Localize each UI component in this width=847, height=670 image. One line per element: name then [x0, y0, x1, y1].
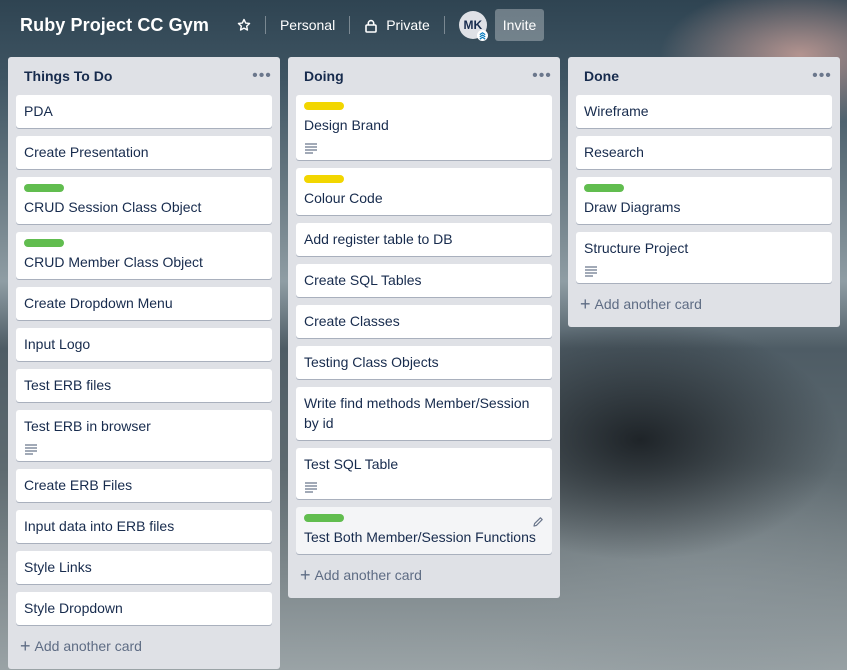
- card-title: Test Both Member/Session Functions: [304, 529, 536, 545]
- header-divider: [264, 16, 266, 34]
- card-title: Draw Diagrams: [584, 199, 681, 215]
- add-card-label: Add another card: [594, 296, 702, 312]
- card-testing-class-objects[interactable]: Testing Class Objects: [296, 346, 552, 379]
- card-title: Input Logo: [24, 336, 91, 352]
- card-title: Create Presentation: [24, 144, 149, 160]
- card-style-links[interactable]: Style Links: [16, 551, 272, 584]
- card-create-presentation[interactable]: Create Presentation: [16, 136, 272, 169]
- card-title: Testing Class Objects: [304, 354, 439, 370]
- card-title: Create SQL Tables: [304, 272, 422, 288]
- card-pda[interactable]: PDA: [16, 95, 272, 128]
- lock-icon: [364, 19, 378, 33]
- card-title: Add register table to DB: [304, 231, 453, 247]
- privacy-label: Private: [386, 17, 430, 33]
- add-card-label: Add another card: [314, 567, 422, 583]
- card-test-erb-files[interactable]: Test ERB files: [16, 369, 272, 402]
- card-title: Test SQL Table: [304, 456, 399, 472]
- card-crud-session-class-object[interactable]: CRUD Session Class Object: [16, 177, 272, 224]
- list-menu-icon[interactable]: •••: [812, 68, 832, 84]
- card-title: Test ERB in browser: [24, 418, 151, 434]
- card-create-sql-tables[interactable]: Create SQL Tables: [296, 264, 552, 297]
- card-title: Design Brand: [304, 117, 389, 133]
- card-title: CRUD Member Class Object: [24, 254, 203, 270]
- card-label-green[interactable]: [24, 184, 64, 192]
- card-create-erb-files[interactable]: Create ERB Files: [16, 469, 272, 502]
- list-doing: Doing ••• Design Brand Colour Code Add regis…: [288, 57, 560, 598]
- card-title: Research: [584, 144, 644, 160]
- card-title: Create ERB Files: [24, 477, 133, 493]
- card-title: Create Dropdown Menu: [24, 295, 173, 311]
- list-title[interactable]: Done: [584, 68, 619, 84]
- privacy-button[interactable]: Private: [364, 17, 430, 33]
- card-structure-project[interactable]: Structure Project: [576, 232, 832, 283]
- card-research[interactable]: Research: [576, 136, 832, 169]
- list-header: Done •••: [568, 57, 840, 95]
- card-input-data-into-erb-files[interactable]: Input data into ERB files: [16, 510, 272, 543]
- card-label-yellow[interactable]: [304, 102, 344, 110]
- card-title: Write find methods Member/Session by id: [304, 395, 530, 431]
- card-create-classes[interactable]: Create Classes: [296, 305, 552, 338]
- card-title: Style Links: [24, 559, 92, 575]
- card-test-erb-in-browser[interactable]: Test ERB in browser: [16, 410, 272, 461]
- card-crud-member-class-object[interactable]: CRUD Member Class Object: [16, 232, 272, 279]
- card-design-brand[interactable]: Design Brand: [296, 95, 552, 160]
- card-list: PDA Create Presentation CRUD Session Class…: [8, 95, 280, 625]
- card-title: Wireframe: [584, 103, 649, 119]
- list-things-to-do: Things To Do ••• PDA Create Presentation CRU…: [8, 57, 280, 669]
- card-title: Structure Project: [584, 240, 689, 256]
- card-test-sql-table[interactable]: Test SQL Table: [296, 448, 552, 499]
- add-card-button[interactable]: + Add another card: [8, 633, 280, 669]
- invite-button[interactable]: Invite: [494, 9, 545, 41]
- card-label-green[interactable]: [304, 514, 344, 522]
- list-title[interactable]: Things To Do: [24, 68, 112, 84]
- card-list: Design Brand Colour Code Add register tabl…: [288, 95, 560, 554]
- card-title: Test ERB files: [24, 377, 112, 393]
- star-icon[interactable]: [237, 18, 251, 32]
- add-card-button[interactable]: + Add another card: [568, 291, 840, 327]
- member-avatar[interactable]: MK: [458, 11, 488, 41]
- header-divider: [443, 16, 445, 34]
- card-wireframe[interactable]: Wireframe: [576, 95, 832, 128]
- list-menu-icon[interactable]: •••: [252, 68, 272, 84]
- plus-icon: +: [580, 294, 591, 314]
- header-divider: [349, 16, 351, 34]
- card-input-logo[interactable]: Input Logo: [16, 328, 272, 361]
- list-done: Done ••• Wireframe Research Draw Diagrams Str…: [568, 57, 840, 327]
- board-title[interactable]: Ruby Project CC Gym: [20, 15, 209, 36]
- card-test-both-member-session-functions[interactable]: Test Both Member/Session Functions: [296, 507, 552, 554]
- card-title: CRUD Session Class Object: [24, 199, 202, 215]
- list-header: Doing •••: [288, 57, 560, 95]
- card-title: Style Dropdown: [24, 600, 123, 616]
- list-title[interactable]: Doing: [304, 68, 344, 84]
- card-title: Colour Code: [304, 190, 383, 206]
- card-write-find-methods-member-session-by-id[interactable]: Write find methods Member/Session by id: [296, 387, 552, 440]
- description-icon: [304, 141, 318, 154]
- card-colour-code[interactable]: Colour Code: [296, 168, 552, 215]
- description-icon: [584, 264, 598, 277]
- card-create-dropdown-menu[interactable]: Create Dropdown Menu: [16, 287, 272, 320]
- plus-icon: +: [300, 565, 311, 585]
- card-label-green[interactable]: [584, 184, 624, 192]
- team-visibility-button[interactable]: Personal: [280, 17, 335, 33]
- board-header: Ruby Project CC Gym Personal Private MK …: [0, 0, 847, 50]
- add-card-label: Add another card: [34, 638, 142, 654]
- list-header: Things To Do •••: [8, 57, 280, 95]
- card-label-green[interactable]: [24, 239, 64, 247]
- card-add-register-table-to-db[interactable]: Add register table to DB: [296, 223, 552, 256]
- card-style-dropdown[interactable]: Style Dropdown: [16, 592, 272, 625]
- edit-pencil-icon[interactable]: [532, 515, 544, 527]
- card-list: Wireframe Research Draw Diagrams Structure …: [568, 95, 840, 283]
- admin-badge-icon: [476, 30, 488, 41]
- plus-icon: +: [20, 636, 31, 656]
- card-draw-diagrams[interactable]: Draw Diagrams: [576, 177, 832, 224]
- add-card-button[interactable]: + Add another card: [288, 562, 560, 598]
- list-menu-icon[interactable]: •••: [532, 68, 552, 84]
- card-title: Input data into ERB files: [24, 518, 175, 534]
- description-icon: [24, 442, 38, 455]
- card-title: PDA: [24, 103, 53, 119]
- card-label-yellow[interactable]: [304, 175, 344, 183]
- card-title: Create Classes: [304, 313, 400, 329]
- description-icon: [304, 480, 318, 493]
